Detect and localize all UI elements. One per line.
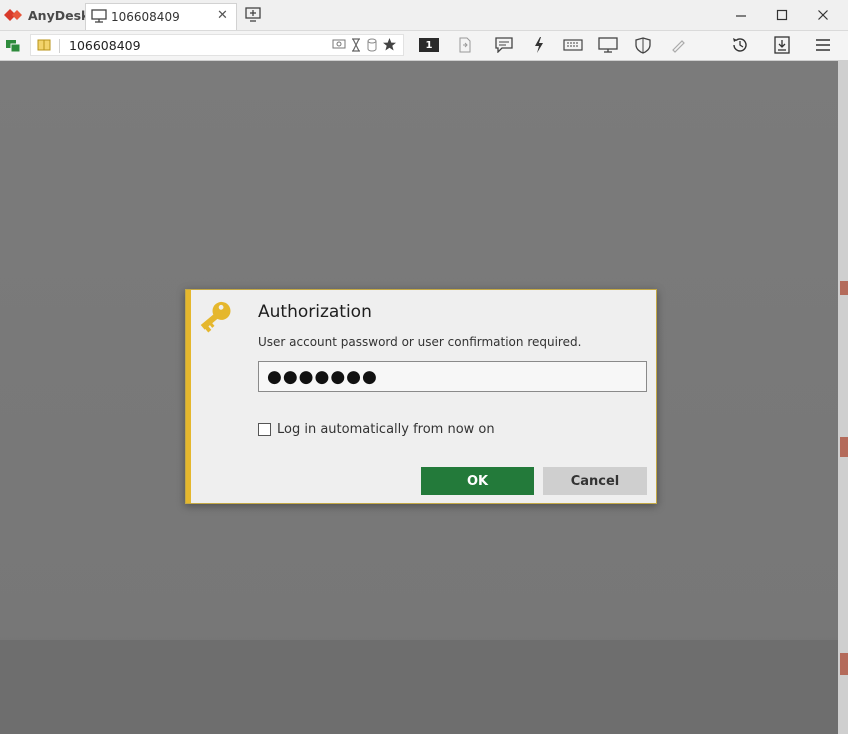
hamburger-menu-icon [816,39,830,51]
shield-icon [635,36,651,54]
session-tab[interactable]: 106608409 ✕ [85,3,237,30]
hourglass-icon[interactable] [350,37,362,52]
file-transfer-icon [459,37,471,53]
remote-edge-strip [838,61,848,734]
session-toolbar: 106608409 1 [0,31,848,61]
new-session-icon[interactable] [245,7,261,22]
maximize-icon [776,9,788,21]
monitor-select-button[interactable]: 1 [418,35,440,55]
ok-button[interactable]: OK [421,467,534,495]
auto-login-label[interactable]: Log in automatically from now on [277,422,495,437]
remote-desktop-bottom [0,640,848,734]
address-separator [59,39,60,53]
close-icon [818,10,828,20]
key-icon [200,301,231,333]
cancel-button[interactable]: Cancel [543,467,647,495]
app-name: AnyDesk [28,7,90,23]
menu-button[interactable] [812,35,834,55]
dialog-subtitle: User account password or user confirmati… [258,335,582,349]
address-actions [332,37,397,52]
minimize-icon [736,15,746,17]
password-input[interactable]: ●●●●●●● [258,361,647,392]
chat-button[interactable] [493,35,515,55]
monitor-icon [91,9,107,23]
screen-share-icon[interactable] [332,38,346,52]
close-window-button[interactable] [810,5,836,25]
history-button[interactable] [729,35,751,55]
dialog-accent-bar [186,290,191,503]
display-button[interactable] [597,35,619,55]
address-text: 106608409 [69,38,141,53]
keyboard-icon [563,39,583,51]
title-bar: AnyDesk 106608409 ✕ [0,0,848,31]
lightning-icon [535,37,543,53]
authorization-dialog: Authorization User account password or u… [185,289,657,504]
pencil-icon [672,40,685,53]
dialog-title: Authorization [258,302,372,322]
auto-login-checkbox[interactable] [258,423,271,436]
favorite-star-icon[interactable] [382,37,397,52]
connection-status-icon [6,40,21,53]
cylinder-icon[interactable] [366,38,378,52]
chat-icon [495,37,513,53]
actions-button[interactable] [528,35,550,55]
address-bar[interactable]: 106608409 [30,34,404,56]
anydesk-logo-icon [4,9,22,21]
display-icon [598,37,618,53]
maximize-button[interactable] [769,5,795,25]
permissions-button[interactable] [632,35,654,55]
whiteboard-button[interactable] [667,35,689,55]
tab-label: 106608409 [111,10,180,24]
history-icon [733,38,747,52]
file-transfer-button[interactable] [454,35,476,55]
download-icon [774,36,790,54]
keyboard-button[interactable] [562,35,584,55]
monitor-number-badge: 1 [419,38,439,52]
install-button[interactable] [771,35,793,55]
address-book-icon[interactable] [37,38,51,52]
tab-close-icon[interactable]: ✕ [217,8,228,23]
anydesk-brand: AnyDesk [4,7,89,23]
minimize-button[interactable] [728,5,754,25]
